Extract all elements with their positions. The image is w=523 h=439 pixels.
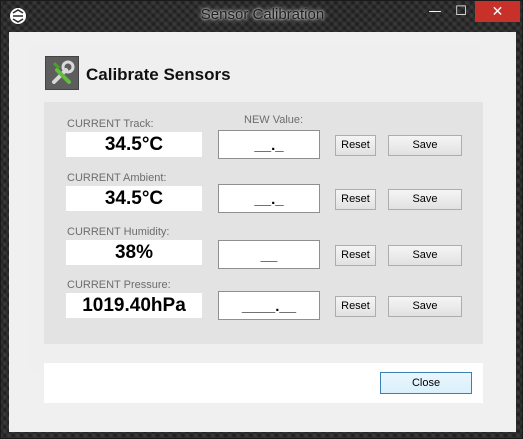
pressure-reset-button[interactable]: Reset xyxy=(335,296,376,317)
track-save-button[interactable]: Save xyxy=(388,135,462,156)
tools-icon xyxy=(45,56,79,90)
close-window-button[interactable]: ✕ xyxy=(475,1,520,22)
app-window: Sensor Calibration — ☐ ✕ Calibrate Senso… xyxy=(0,0,523,439)
track-current-value: 34.5°C xyxy=(66,132,202,157)
close-button[interactable]: Close xyxy=(380,372,472,394)
humidity-new-value-input[interactable]: __ xyxy=(218,240,320,269)
maximize-button[interactable]: ☐ xyxy=(448,1,474,22)
track-label: CURRENT Track: xyxy=(67,118,154,130)
track-reset-button[interactable]: Reset xyxy=(335,135,376,156)
pressure-save-button[interactable]: Save xyxy=(388,296,462,317)
humidity-current-value: 38% xyxy=(66,240,202,265)
dialog-client-area: Calibrate Sensors NEW Value: CURRENT Tra… xyxy=(9,32,516,432)
ambient-current-value: 34.5°C xyxy=(66,186,202,211)
ambient-save-button[interactable]: Save xyxy=(388,189,462,210)
ambient-new-value-input[interactable]: __._ xyxy=(218,184,320,213)
track-new-value-input[interactable]: __._ xyxy=(218,130,320,159)
humidity-reset-button[interactable]: Reset xyxy=(335,245,376,266)
humidity-label: CURRENT Humidity: xyxy=(67,226,170,238)
ambient-reset-button[interactable]: Reset xyxy=(335,189,376,210)
pressure-new-value-input[interactable]: ____.__ xyxy=(218,291,320,320)
title-bar[interactable]: Sensor Calibration — ☐ ✕ xyxy=(1,1,523,32)
page-title: Calibrate Sensors xyxy=(86,65,231,84)
ambient-label: CURRENT Ambient: xyxy=(67,172,167,184)
sensor-panel: NEW Value: CURRENT Track: 34.5°C __._ Re… xyxy=(44,102,483,344)
pressure-current-value: 1019.40hPa xyxy=(66,293,202,318)
humidity-save-button[interactable]: Save xyxy=(388,245,462,266)
minimize-button[interactable]: — xyxy=(422,1,448,22)
new-value-header: NEW Value: xyxy=(244,114,304,126)
pressure-label: CURRENT Pressure: xyxy=(67,279,171,291)
